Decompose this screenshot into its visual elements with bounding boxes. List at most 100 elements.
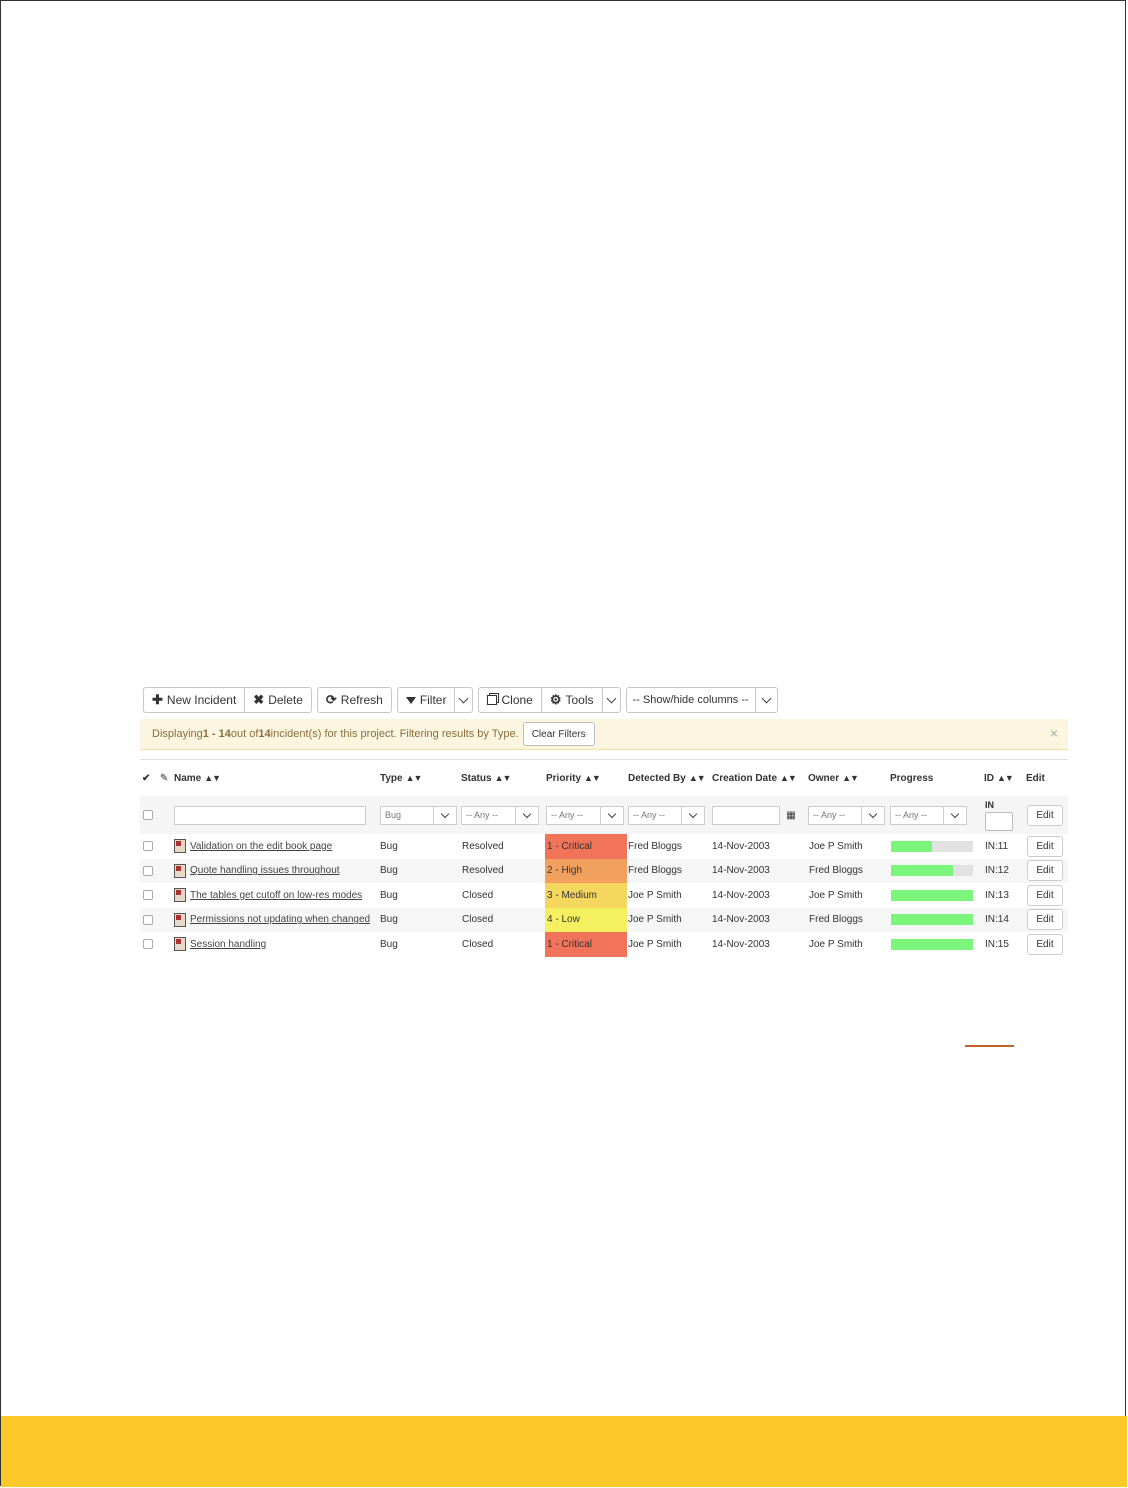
filter-dropdown-button[interactable]	[455, 687, 474, 713]
status-filter-value: -- Any --	[466, 810, 499, 820]
checkbox[interactable]	[143, 939, 153, 950]
table-row[interactable]: Quote handling issues throughout Bug Res…	[140, 858, 1068, 884]
sort-icon[interactable]: ▲▼	[997, 773, 1014, 783]
checkbox[interactable]	[143, 810, 153, 820]
status-header[interactable]: Status ▲▼	[461, 760, 543, 796]
chevron-down-icon[interactable]	[433, 806, 456, 824]
close-icon[interactable]: ×	[1050, 725, 1058, 741]
id-filter-input[interactable]	[985, 811, 1013, 831]
owner-filter-select[interactable]: -- Any --	[808, 805, 885, 825]
checkbox[interactable]	[143, 890, 153, 901]
sort-icon[interactable]: ▲▼	[584, 773, 601, 783]
progress-cell	[891, 908, 973, 933]
name-cell: Quote handling issues throughout	[174, 859, 378, 884]
type-cell: Bug	[380, 865, 398, 877]
chevron-down-icon[interactable]	[943, 806, 966, 824]
table-row[interactable]: Validation on the edit book page Bug Res…	[140, 834, 1068, 859]
new-incident-label: New Incident	[166, 693, 237, 707]
filter-alert: Displaying 1 - 14 out of 14 incident(s) …	[140, 719, 1068, 750]
refresh-button[interactable]: ⟳ Refresh	[316, 687, 392, 713]
detected-by-header[interactable]: Detected By ▲▼	[628, 760, 708, 796]
select-all-header[interactable]: ✔	[142, 760, 156, 796]
calendar-icon[interactable]: ▦	[780, 806, 802, 825]
incident-name-link[interactable]: The tables get cutoff on low-res modes	[190, 890, 362, 901]
incident-name-link[interactable]: Quote handling issues throughout	[190, 865, 340, 876]
clone-button[interactable]: Clone	[478, 687, 542, 713]
incident-name-link[interactable]: Permissions not updating when changed	[190, 914, 370, 925]
sort-icon[interactable]: ▲▼	[780, 773, 797, 783]
chevron-down-icon[interactable]	[861, 806, 884, 824]
tools-button[interactable]: ⚙ Tools	[541, 687, 603, 713]
table-row[interactable]: Permissions not updating when changed Bu…	[140, 907, 1068, 933]
row-select-checkbox[interactable]	[143, 859, 153, 884]
grid-header-row: ✔ ✎ Name ▲▼ Type ▲▼ Status ▲▼ Priority ▲…	[140, 760, 1068, 797]
delete-button[interactable]: ✖ Delete	[245, 687, 312, 713]
edit-button[interactable]: Edit	[1027, 909, 1063, 931]
edit-header: Edit	[1026, 760, 1066, 796]
edit-cell: Edit	[1027, 834, 1063, 859]
edit-button[interactable]: Edit	[1027, 835, 1063, 857]
edit-button-group: ✚ New Incident ✖ Delete	[143, 687, 312, 713]
priority-filter-select[interactable]: -- Any --	[546, 805, 624, 825]
table-row[interactable]: Session handling Bug Closed 1 - Critical…	[140, 932, 1068, 957]
id-header[interactable]: ID ▲▼	[984, 760, 1024, 796]
tools-dropdown-button[interactable]	[602, 687, 621, 713]
sort-icon[interactable]: ▲▼	[842, 773, 859, 783]
name-header[interactable]: Name ▲▼	[174, 760, 374, 796]
priority-header-label: Priority	[546, 772, 582, 784]
new-incident-button[interactable]: ✚ New Incident	[143, 687, 246, 713]
apply-filter-edit-button[interactable]: Edit	[1027, 804, 1063, 826]
incident-name-link[interactable]: Session handling	[190, 939, 266, 950]
row-select-checkbox[interactable]	[143, 908, 153, 933]
sort-icon[interactable]: ▲▼	[689, 771, 706, 786]
clear-filters-button[interactable]: Clear Filters	[522, 722, 595, 746]
type-header[interactable]: Type ▲▼	[380, 760, 460, 796]
sort-icon[interactable]: ▲▼	[204, 773, 221, 783]
chevron-down-icon[interactable]	[681, 806, 704, 824]
status-filter-cell: -- Any --	[461, 796, 539, 834]
edit-cell: Edit	[1027, 932, 1063, 957]
sort-icon[interactable]: ▲▼	[495, 773, 512, 783]
table-row[interactable]: The tables get cutoff on low-res modes B…	[140, 883, 1068, 908]
priority-header[interactable]: Priority ▲▼	[546, 760, 628, 796]
priority-cell: 1 - Critical	[545, 834, 627, 859]
sort-icon[interactable]: ▲▼	[406, 773, 423, 783]
filter-select-checkbox[interactable]	[143, 796, 153, 834]
show-hide-columns-select[interactable]: -- Show/hide columns --	[625, 687, 778, 713]
chevron-down-icon	[459, 693, 469, 704]
progress-header: Progress	[890, 760, 980, 796]
filter-label: Filter	[419, 693, 447, 707]
chevron-down-icon[interactable]	[600, 806, 623, 824]
name-filter-input[interactable]	[174, 805, 366, 825]
row-select-checkbox[interactable]	[143, 883, 153, 908]
edit-button[interactable]: Edit	[1027, 884, 1063, 906]
priority-filter-value: -- Any --	[551, 810, 584, 820]
refresh-icon: ⟳	[325, 692, 337, 707]
show-hide-columns-value[interactable]: -- Show/hide columns --	[625, 687, 756, 713]
checkbox[interactable]	[143, 914, 153, 925]
alert-suffix: incident(s) for this project. Filtering …	[270, 728, 519, 740]
alert-total: 14	[258, 728, 271, 740]
name-filter-cell	[174, 796, 366, 834]
incident-name-link[interactable]: Validation on the edit book page	[190, 841, 332, 852]
row-select-checkbox[interactable]	[143, 834, 153, 859]
edit-button[interactable]: Edit	[1027, 933, 1063, 955]
type-filter-select[interactable]: Bug	[380, 805, 457, 825]
detected-by-filter-select[interactable]: -- Any --	[628, 805, 705, 825]
creation-date-header[interactable]: Creation Date ▲▼	[712, 760, 806, 796]
owner-cell: Joe P Smith	[809, 938, 863, 950]
edit-button[interactable]: Edit	[1027, 860, 1063, 882]
filter-button[interactable]: Filter	[396, 687, 456, 713]
status-filter-select[interactable]: -- Any --	[461, 805, 539, 825]
chevron-down-icon[interactable]	[515, 806, 538, 824]
checkbox[interactable]	[143, 865, 153, 876]
creation-date-cell: 14-Nov-2003	[712, 938, 770, 950]
checkbox[interactable]	[143, 841, 153, 852]
owner-cell: Joe P Smith	[809, 840, 863, 852]
row-select-checkbox[interactable]	[143, 932, 153, 957]
progress-filter-select[interactable]: -- Any --	[890, 805, 967, 825]
creation-date-filter-input[interactable]	[712, 805, 780, 825]
owner-header[interactable]: Owner ▲▼	[808, 760, 888, 796]
show-hide-dropdown-button[interactable]	[755, 687, 778, 713]
type-cell: Bug	[380, 889, 398, 901]
